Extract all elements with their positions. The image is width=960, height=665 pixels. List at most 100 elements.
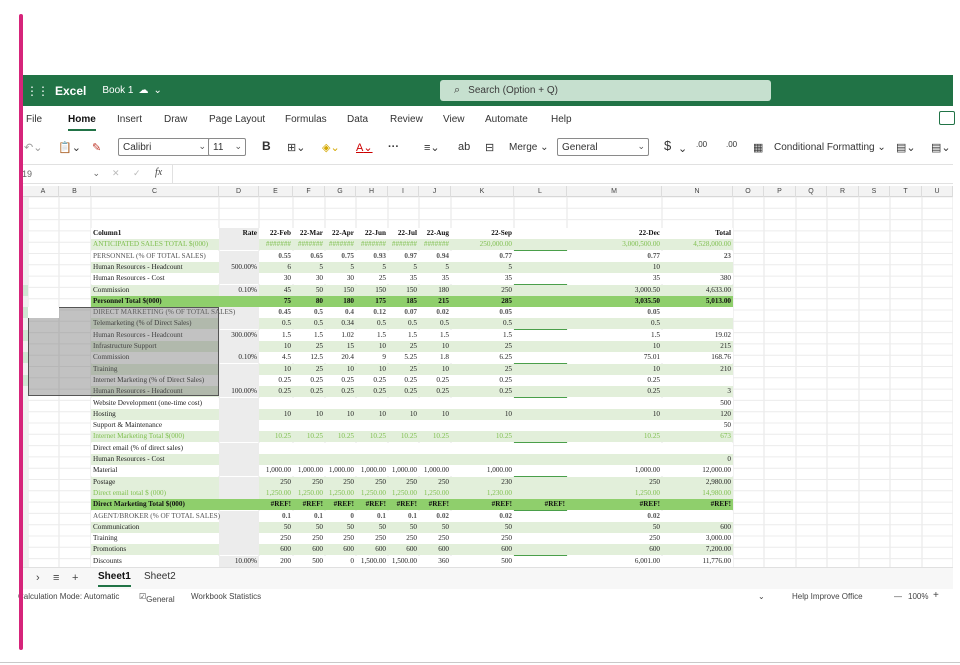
cell-c[interactable]: AGENT/BROKER (% OF TOTAL SALES) [91, 511, 220, 522]
cell-f[interactable]: 25 [293, 341, 325, 352]
col-header-d[interactable]: D [219, 186, 259, 197]
name-box[interactable]: 19 ⌄ [22, 167, 102, 182]
cell-f[interactable]: 25 [293, 364, 325, 375]
worksheet-grid[interactable]: Column1 Rate 22-Feb 22-Mar 22-Apr 22-Jun 22-Ju… [22, 197, 953, 567]
col-header-u[interactable]: U [922, 186, 953, 197]
cell-i[interactable]: 0.25 [388, 375, 419, 386]
selected-range[interactable] [28, 307, 219, 396]
add-sheet-icon[interactable]: + [72, 572, 78, 584]
cell-n[interactable]: 23 [662, 251, 733, 262]
cell-d[interactable]: 0.10% [219, 352, 259, 363]
cell-j[interactable]: 1,000.00 [419, 465, 451, 476]
cell-c[interactable]: Column1 [91, 228, 219, 239]
cell-i[interactable]: 35 [388, 273, 419, 284]
col-header-q[interactable]: Q [796, 186, 827, 197]
cell-d[interactable]: 500.00% [219, 262, 259, 273]
cell-n[interactable]: 0 [662, 454, 733, 465]
cell-n[interactable]: 168.76 [662, 352, 733, 363]
cell-n[interactable]: 4,528,000.00 [662, 239, 733, 250]
cell-f[interactable]: 1,000.00 [293, 465, 325, 476]
cell-e[interactable]: 30 [259, 273, 293, 284]
cell-n[interactable]: 600 [662, 522, 733, 533]
cell-g[interactable]: 250 [325, 533, 356, 544]
cell-e[interactable]: 0.5 [259, 318, 293, 329]
cell-h[interactable]: 150 [356, 285, 388, 296]
cell-f[interactable]: 0.5 [293, 318, 325, 329]
cell-j[interactable]: 10 [419, 341, 451, 352]
decrease-decimal-button[interactable]: .00 [726, 140, 737, 149]
cell-k[interactable]: 0.25 [451, 375, 514, 386]
cell-k[interactable]: 10 [451, 409, 514, 420]
cell-c[interactable]: Direct Marketing Total $(000) [91, 499, 219, 510]
cell-e[interactable]: ####### [259, 239, 293, 250]
cell-m[interactable]: 1,000.00 [567, 465, 662, 476]
cell-d[interactable]: 0.10% [219, 285, 259, 296]
cell-m[interactable]: 3,000.50 [567, 285, 662, 296]
cell-f[interactable]: 30 [293, 273, 325, 284]
cell-i[interactable]: 0.1 [388, 511, 419, 522]
cell-j[interactable]: 0.25 [419, 375, 451, 386]
cell-f[interactable]: 0.5 [293, 307, 325, 318]
tab-home[interactable]: Home [68, 114, 96, 131]
cell-c[interactable]: Postage [91, 477, 219, 488]
font-name-select[interactable]: Calibri ⌄ [118, 138, 210, 156]
cell-g[interactable]: 150 [325, 285, 356, 296]
cell-f[interactable]: 50 [293, 522, 325, 533]
format-as-table-icon[interactable]: ▤⌄ [896, 141, 916, 154]
cell-n[interactable]: 12,000.00 [662, 465, 733, 476]
cell-i[interactable]: 5 [388, 262, 419, 273]
cell-i[interactable]: 25 [388, 364, 419, 375]
cell-h[interactable]: 10 [356, 364, 388, 375]
col-header-j[interactable]: J [419, 186, 451, 197]
cell-i[interactable]: 1,500.00 [388, 556, 419, 567]
comments-icon[interactable] [939, 111, 955, 125]
tab-view[interactable]: View [443, 114, 465, 125]
cell-h[interactable]: 0.25 [356, 386, 388, 397]
cell-m[interactable]: 3,035.50 [567, 296, 662, 307]
col-header-t[interactable]: T [890, 186, 922, 197]
cell-e[interactable]: 600 [259, 544, 293, 555]
app-name[interactable]: Excel [55, 84, 86, 98]
cell-m[interactable]: 10 [567, 409, 662, 420]
cell-g[interactable]: 1,250.00 [325, 488, 356, 499]
cell-f[interactable]: 1.5 [293, 330, 325, 341]
cell-d[interactable]: 100.00% [219, 386, 259, 397]
cell-c[interactable]: Human Resources - Cost [91, 454, 219, 465]
cell-m[interactable]: 1.5 [567, 330, 662, 341]
cell-g[interactable]: 20.4 [325, 352, 356, 363]
cell-i[interactable]: 10.25 [388, 431, 419, 442]
col-header-g[interactable]: G [325, 186, 356, 197]
tab-review[interactable]: Review [390, 114, 423, 125]
cell-n[interactable]: 4,633.00 [662, 285, 733, 296]
cell-g[interactable]: 10 [325, 364, 356, 375]
cell-n[interactable] [662, 262, 733, 273]
cell-m[interactable]: 250 [567, 533, 662, 544]
cell-k[interactable]: 500 [451, 556, 514, 567]
cell-c[interactable]: Human Resources - Headcount [91, 262, 219, 273]
cell-g[interactable]: 0 [325, 511, 356, 522]
cell-c[interactable]: Material [91, 465, 219, 476]
cell-h[interactable]: 0.5 [356, 318, 388, 329]
cell-e[interactable]: 0.25 [259, 386, 293, 397]
cell-f[interactable]: ####### [293, 239, 325, 250]
cell-j[interactable]: 180 [419, 285, 451, 296]
cell-c[interactable]: Training [91, 533, 219, 544]
calculation-mode[interactable]: Calculation Mode: Automatic [18, 592, 119, 601]
cell-k[interactable]: 0.5 [451, 318, 514, 329]
cell-m[interactable]: 0.25 [567, 386, 662, 397]
cell-m[interactable]: #REF! [567, 499, 662, 510]
col-header-h[interactable]: H [356, 186, 388, 197]
cell-n[interactable]: 120 [662, 409, 733, 420]
cell-j[interactable]: 250 [419, 533, 451, 544]
cell-c[interactable]: Hosting [91, 409, 219, 420]
cell-i[interactable]: 250 [388, 533, 419, 544]
cell-m[interactable]: 600 [567, 544, 662, 555]
workbook-name[interactable]: Book 1 ☁ ⌄ [102, 85, 162, 96]
cell-j[interactable]: 0.94 [419, 251, 451, 262]
cell-c[interactable]: Website Development (one-time cost) [91, 398, 219, 409]
cell-g[interactable]: #REF! [325, 499, 356, 510]
cell-j[interactable]: 1,250.00 [419, 488, 451, 499]
cell-j[interactable]: #REF! [419, 499, 451, 510]
cell-f[interactable]: 250 [293, 477, 325, 488]
cell-k[interactable]: 1.5 [451, 330, 514, 341]
